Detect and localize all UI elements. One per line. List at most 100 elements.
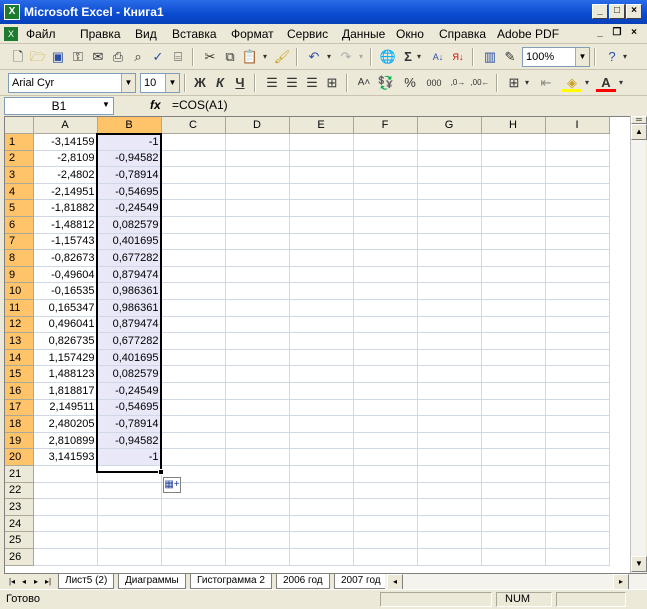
cell-f[interactable] (353, 498, 418, 516)
row-header[interactable]: 11 (5, 299, 34, 317)
cell-b[interactable]: -0,78914 (97, 166, 162, 184)
cell-d[interactable] (225, 299, 290, 317)
select-all-corner[interactable] (5, 117, 34, 135)
cell-a[interactable] (33, 465, 98, 483)
spelling-icon[interactable]: ✓ (148, 48, 168, 66)
cell-d[interactable] (225, 382, 290, 400)
sort-descending-icon[interactable]: Я↓ (448, 48, 468, 66)
cell-e[interactable] (289, 349, 354, 367)
cell-b[interactable]: 0,082579 (97, 365, 162, 383)
cell-b[interactable]: 0,401695 (97, 233, 162, 251)
cell-b[interactable]: -0,94582 (97, 150, 162, 168)
maximize-button[interactable]: □ (609, 4, 625, 19)
insert-function-icon[interactable]: fx (150, 98, 161, 112)
cell-a[interactable]: 0,165347 (33, 299, 98, 317)
cell-h[interactable] (481, 282, 546, 301)
menu-insert[interactable]: Вставка (172, 27, 217, 41)
cell-e[interactable] (289, 531, 354, 549)
cell-c[interactable] (161, 531, 226, 549)
menu-data[interactable]: Данные (342, 27, 385, 41)
redo-dropdown-icon[interactable]: ▾ (356, 48, 366, 66)
new-icon[interactable]: 🗋 (8, 48, 28, 66)
cell-f[interactable] (353, 249, 418, 267)
cell-g[interactable] (417, 399, 482, 417)
cell-a[interactable]: -0,49604 (33, 266, 98, 284)
cell-b[interactable]: 0,986361 (97, 299, 162, 317)
cell-a[interactable]: -1,15743 (33, 233, 98, 251)
cell-a[interactable] (33, 515, 98, 533)
cell-d[interactable] (225, 515, 290, 533)
cell-h[interactable] (481, 166, 546, 184)
cell-b[interactable] (97, 548, 162, 566)
row-header[interactable]: 5 (5, 199, 34, 218)
cell-d[interactable] (225, 432, 290, 450)
cell-h[interactable] (481, 299, 546, 317)
cell-a[interactable]: 0,496041 (33, 316, 98, 334)
cell-a[interactable]: -0,16535 (33, 282, 98, 301)
menu-file[interactable]: Файл (26, 27, 56, 41)
row-header[interactable]: 6 (5, 216, 34, 234)
cell-c[interactable] (161, 382, 226, 400)
minimize-button[interactable]: _ (592, 4, 608, 19)
cell-f[interactable] (353, 133, 418, 151)
cell-a[interactable]: 1,818817 (33, 382, 98, 400)
row-header[interactable]: 26 (5, 548, 34, 566)
cell-g[interactable] (417, 432, 482, 450)
row-header[interactable]: 18 (5, 415, 34, 433)
cell-a[interactable]: -3,14159 (33, 133, 98, 151)
cell-h[interactable] (481, 266, 546, 284)
cell-g[interactable] (417, 365, 482, 383)
cell-i[interactable] (545, 133, 610, 151)
font-size-select[interactable]: 10 ▼ (140, 73, 180, 93)
cell-c[interactable] (161, 498, 226, 516)
row-header[interactable]: 3 (5, 166, 34, 184)
cell-h[interactable] (481, 448, 546, 466)
cell-c[interactable] (161, 266, 226, 284)
row-header[interactable]: 1 (5, 133, 34, 151)
sheet-tab[interactable]: 2007 год (334, 574, 388, 589)
cell-b[interactable]: -0,24549 (97, 382, 162, 400)
column-header-c[interactable]: C (161, 117, 226, 135)
cell-e[interactable] (289, 432, 354, 450)
cell-e[interactable] (289, 448, 354, 466)
cell-c[interactable] (161, 150, 226, 168)
email-icon[interactable]: ✉ (88, 48, 108, 66)
cell-d[interactable] (225, 150, 290, 168)
cell-f[interactable] (353, 332, 418, 350)
autosum-dropdown-icon[interactable]: ▾ (414, 48, 424, 66)
cell-f[interactable] (353, 216, 418, 234)
cell-a[interactable]: -0,82673 (33, 249, 98, 267)
cell-e[interactable] (289, 183, 354, 201)
cell-f[interactable] (353, 365, 418, 383)
save-icon[interactable]: ▣ (48, 48, 68, 66)
cell-d[interactable] (225, 548, 290, 566)
decrease-decimal-icon[interactable]: ,00← (470, 74, 490, 92)
cell-e[interactable] (289, 282, 354, 301)
cell-a[interactable] (33, 531, 98, 549)
font-color-dropdown-icon[interactable]: ▾ (616, 74, 626, 92)
cell-d[interactable] (225, 233, 290, 251)
cell-f[interactable] (353, 448, 418, 466)
currency-icon[interactable]: 💱 (376, 74, 396, 92)
cell-f[interactable] (353, 166, 418, 184)
doc-restore-button[interactable]: ❐ (609, 27, 625, 42)
horizontal-scrollbar[interactable]: ◂ ▸ (385, 573, 647, 590)
cell-h[interactable] (481, 183, 546, 201)
cell-c[interactable] (161, 432, 226, 450)
cell-g[interactable] (417, 166, 482, 184)
cell-e[interactable] (289, 465, 354, 483)
help-icon[interactable]: ? (602, 48, 622, 66)
cell-g[interactable] (417, 531, 482, 549)
cell-c[interactable] (161, 233, 226, 251)
cell-g[interactable] (417, 266, 482, 284)
cell-i[interactable] (545, 316, 610, 334)
cell-a[interactable]: 2,480205 (33, 415, 98, 433)
cell-h[interactable] (481, 548, 546, 566)
cell-f[interactable] (353, 382, 418, 400)
help-dropdown-icon[interactable]: ▾ (620, 48, 630, 66)
cell-i[interactable] (545, 382, 610, 400)
copy-icon[interactable]: ⧉ (220, 48, 240, 66)
cell-f[interactable] (353, 399, 418, 417)
cell-i[interactable] (545, 349, 610, 367)
row-header[interactable]: 10 (5, 282, 34, 301)
